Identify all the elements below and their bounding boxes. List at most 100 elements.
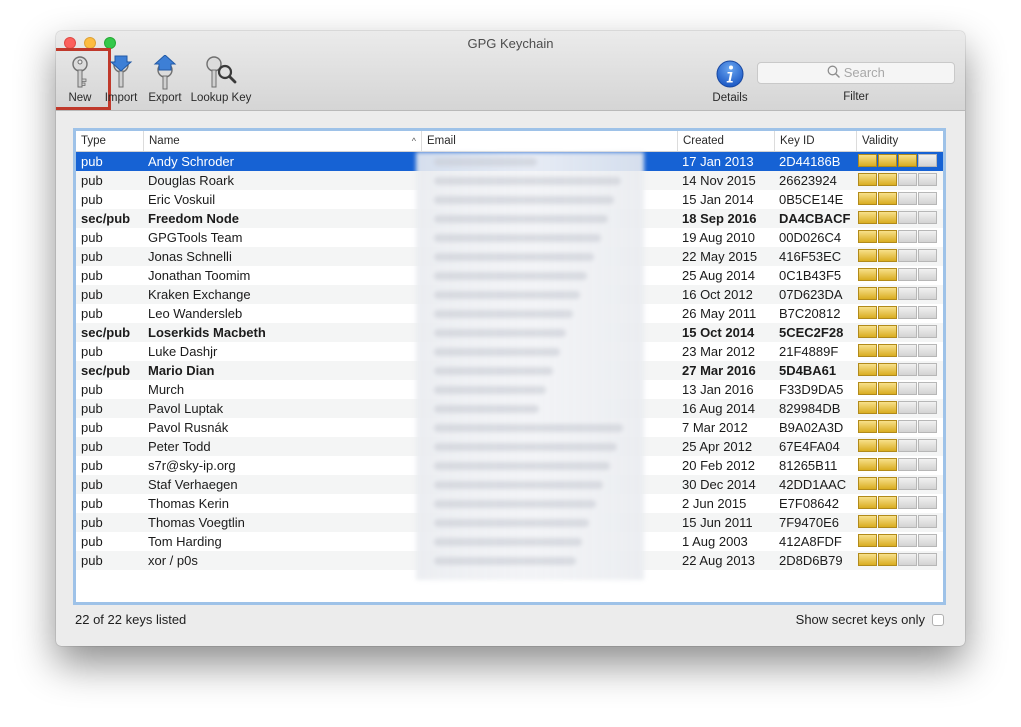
validity-segment: [878, 477, 897, 490]
validity-segment: [898, 477, 917, 490]
validity-meter: [858, 268, 938, 283]
cell-key-id: DA4CBACF: [779, 211, 851, 226]
gpg-keychain-window: GPG Keychain New Import Export Lookup Ke…: [56, 31, 965, 646]
lookup-key-label: Lookup Key: [190, 92, 252, 104]
validity-segment: [858, 306, 877, 319]
cell-type: pub: [81, 420, 103, 435]
cell-name: Eric Voskuil: [148, 192, 216, 207]
cell-key-id: 0B5CE14E: [779, 192, 844, 207]
redacted-email: [434, 405, 540, 413]
validity-segment: [878, 553, 897, 566]
show-secret-keys-checkbox[interactable]: [932, 613, 944, 626]
validity-segment: [918, 401, 937, 414]
search-input[interactable]: Search: [757, 62, 955, 84]
validity-segment: [918, 420, 937, 433]
cell-name: Murch: [148, 382, 185, 397]
validity-segment: [918, 477, 937, 490]
validity-segment: [918, 268, 937, 281]
validity-segment: [858, 496, 877, 509]
cell-created: 23 Mar 2012: [682, 344, 755, 359]
validity-meter: [858, 344, 938, 359]
validity-segment: [898, 192, 917, 205]
validity-segment: [858, 477, 877, 490]
cell-type: pub: [81, 192, 103, 207]
validity-segment: [878, 306, 897, 319]
validity-segment: [878, 249, 897, 262]
search-placeholder: Search: [843, 65, 885, 80]
cell-created: 2 Jun 2015: [682, 496, 747, 511]
cell-name: Jonas Schnelli: [148, 249, 232, 264]
cell-key-id: F33D9DA5: [779, 382, 844, 397]
validity-meter: [858, 154, 938, 169]
validity-meter: [858, 477, 938, 492]
validity-meter: [858, 534, 938, 549]
email-column-redacted: [416, 152, 644, 580]
validity-meter: [858, 420, 938, 435]
show-secret-keys-toggle[interactable]: Show secret keys only: [796, 612, 944, 627]
window-title: GPG Keychain: [467, 36, 554, 51]
cell-type: pub: [81, 154, 103, 169]
export-key-button[interactable]: Export: [146, 55, 184, 104]
show-secret-keys-label: Show secret keys only: [795, 612, 925, 627]
validity-meter: [858, 458, 938, 473]
filter-label: Filter: [843, 91, 869, 103]
column-header-validity[interactable]: Validity: [856, 131, 943, 151]
cell-name: Andy Schroder: [148, 154, 234, 169]
cell-key-id: 21F4889F: [779, 344, 839, 359]
info-icon: [716, 60, 744, 88]
table-header: Type Name ^ Email Created Key ID Validit…: [76, 131, 943, 152]
cell-type: pub: [81, 534, 103, 549]
cell-name: Freedom Node: [148, 211, 240, 226]
validity-segment: [858, 268, 877, 281]
lookup-key-button[interactable]: Lookup Key: [190, 55, 252, 104]
cell-type: pub: [81, 230, 103, 245]
details-button[interactable]: Details: [710, 55, 750, 104]
cell-key-id: 26623924: [779, 173, 837, 188]
column-header-key-id[interactable]: Key ID: [774, 131, 856, 151]
redacted-email: [434, 196, 615, 204]
cell-name: Douglas Roark: [148, 173, 234, 188]
column-header-email[interactable]: Email: [421, 131, 677, 151]
cell-type: pub: [81, 249, 103, 264]
cell-key-id: 00D026C4: [779, 230, 842, 245]
cell-created: 25 Aug 2014: [682, 268, 756, 283]
validity-segment: [898, 496, 917, 509]
validity-segment: [858, 249, 877, 262]
column-header-type[interactable]: Type: [76, 131, 143, 151]
validity-segment: [898, 534, 917, 547]
validity-segment: [918, 154, 937, 167]
validity-segment: [898, 382, 917, 395]
validity-meter: [858, 401, 938, 416]
validity-segment: [878, 420, 897, 433]
validity-meter: [858, 287, 938, 302]
cell-name: xor / p0s: [148, 553, 198, 568]
magnifier-icon: [827, 64, 840, 84]
redacted-email: [434, 272, 587, 280]
cell-key-id: E7F08642: [779, 496, 839, 511]
validity-segment: [878, 154, 897, 167]
cell-created: 14 Nov 2015: [682, 173, 756, 188]
validity-segment: [898, 287, 917, 300]
redacted-email: [434, 386, 546, 394]
cell-created: 15 Jan 2014: [682, 192, 754, 207]
validity-meter: [858, 363, 938, 378]
import-key-button[interactable]: Import: [103, 55, 139, 104]
validity-segment: [858, 401, 877, 414]
cell-type: pub: [81, 401, 103, 416]
column-header-created[interactable]: Created: [677, 131, 774, 151]
column-header-name[interactable]: Name ^: [143, 131, 421, 151]
redacted-email: [434, 443, 617, 451]
column-header-name-label: Name: [149, 135, 180, 147]
cell-created: 22 Aug 2013: [682, 553, 756, 568]
sort-ascending-icon: ^: [411, 136, 416, 146]
validity-segment: [878, 439, 897, 452]
validity-segment: [898, 325, 917, 338]
redacted-email: [434, 310, 574, 318]
validity-segment: [858, 211, 877, 224]
cell-key-id: 829984DB: [779, 401, 841, 416]
cell-name: s7r@sky-ip.org: [148, 458, 236, 473]
export-key-label: Export: [148, 92, 182, 104]
cell-type: pub: [81, 439, 103, 454]
cell-key-id: 7F9470E6: [779, 515, 839, 530]
validity-meter: [858, 382, 938, 397]
